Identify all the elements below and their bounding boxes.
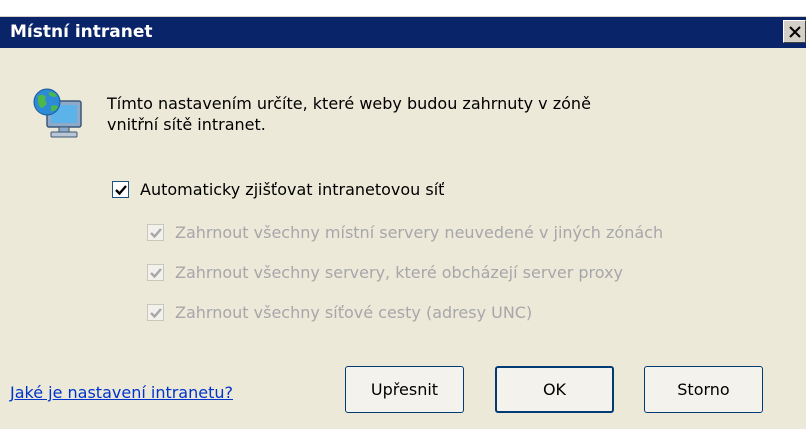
unc-paths-checkbox[interactable] <box>147 304 164 321</box>
unc-paths-option[interactable]: Zahrnout všechny síťové cesty (adresy UN… <box>147 302 627 324</box>
dialog-window: Místní intranet Tímto nastavením určíte,… <box>0 16 806 429</box>
dialog-description: Tímto nastavením určíte, které weby budo… <box>107 93 591 135</box>
checkmark-icon <box>150 308 162 319</box>
bypass-proxy-label: Zahrnout všechny servery, které obcházej… <box>175 263 623 282</box>
bypass-proxy-option[interactable]: Zahrnout všechny servery, které obcházej… <box>147 262 727 284</box>
checkmark-icon <box>150 228 162 239</box>
auto-detect-option[interactable]: Automaticky zjišťovat intranetovou síť <box>112 179 532 201</box>
cancel-button[interactable]: Storno <box>644 366 763 413</box>
description-line-1: Tímto nastavením určíte, které weby budo… <box>107 94 591 113</box>
window-title: Místní intranet <box>10 22 153 42</box>
description-line-2: vnitřní sítě intranet. <box>107 115 266 134</box>
checkmark-icon <box>150 268 162 279</box>
ok-button[interactable]: OK <box>495 366 614 413</box>
intranet-settings-help-link[interactable]: Jaké je nastavení intranetu? <box>10 383 233 403</box>
checkmark-icon <box>115 185 127 196</box>
unc-paths-label: Zahrnout všechny síťové cesty (adresy UN… <box>175 303 533 322</box>
title-bar[interactable]: Místní intranet <box>0 17 806 48</box>
auto-detect-label: Automaticky zjišťovat intranetovou síť <box>140 180 445 199</box>
intranet-zone-icon <box>33 88 82 138</box>
local-servers-label: Zahrnout všechny místní servery neuveden… <box>175 223 664 242</box>
close-button[interactable] <box>783 20 806 43</box>
close-icon <box>789 26 801 38</box>
local-servers-option[interactable]: Zahrnout všechny místní servery neuveden… <box>147 222 767 244</box>
advanced-button[interactable]: Upřesnit <box>345 366 464 413</box>
bypass-proxy-checkbox[interactable] <box>147 264 164 281</box>
auto-detect-checkbox[interactable] <box>112 181 129 198</box>
local-servers-checkbox[interactable] <box>147 224 164 241</box>
